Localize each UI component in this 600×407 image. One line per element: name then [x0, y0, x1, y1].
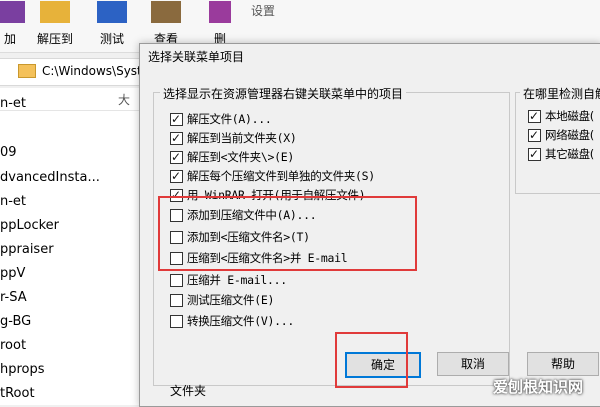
association-dialog: 选择关联菜单项目 选择显示在资源管理器右键关联菜单中的项目 解压文件(A)...…	[139, 43, 600, 407]
delete-icon	[209, 1, 231, 23]
checkbox[interactable]	[170, 186, 183, 204]
checkbox[interactable]	[170, 231, 183, 244]
list-item[interactable]: g-BG	[0, 314, 31, 329]
address-path: C:\Windows\Syste	[42, 64, 150, 78]
list-item[interactable]: root	[0, 338, 26, 353]
list-item[interactable]: dvancedInsta...	[0, 170, 100, 185]
list-item[interactable]: tRoot	[0, 386, 35, 401]
size-column-header: 大	[118, 93, 131, 107]
file-list: 大 n-et 09 dvancedInsta... n-et ppLocker …	[0, 88, 140, 405]
help-button[interactable]: 帮助	[527, 352, 599, 376]
checkbox[interactable]	[170, 209, 183, 222]
extract-to-button[interactable]: 解压到	[27, 0, 83, 52]
checkbox[interactable]	[170, 129, 183, 147]
checkbox[interactable]	[170, 167, 183, 185]
list-item[interactable]: ppraiser	[0, 242, 54, 257]
list-item[interactable]: n-et	[0, 194, 26, 209]
list-item[interactable]: hprops	[0, 362, 45, 377]
checkbox[interactable]	[528, 107, 541, 125]
list-item[interactable]: n-et	[0, 96, 26, 111]
list-item[interactable]: ppV	[0, 266, 25, 281]
checkbox[interactable]	[170, 252, 183, 265]
context-menu-group-label: 选择显示在资源管理器右键关联菜单中的项目	[160, 85, 407, 102]
add-icon	[0, 1, 25, 23]
checkbox[interactable]	[170, 274, 183, 287]
folder-icon	[18, 64, 36, 78]
list-item[interactable]: ppLocker	[0, 218, 59, 233]
view-icon	[151, 1, 181, 23]
type-column-cell: 文件夹	[170, 384, 207, 398]
watermark: 爱刨根知识网	[493, 378, 584, 396]
detect-sfx-group-label: 在哪里检测自解	[520, 85, 600, 102]
dialog-title: 选择关联菜单项目	[148, 50, 245, 64]
ok-button[interactable]: 确定	[345, 352, 421, 378]
checkbox[interactable]	[170, 110, 183, 128]
list-item[interactable]: r-SA	[0, 290, 27, 305]
test-button[interactable]: 测试	[84, 0, 140, 52]
checkbox[interactable]	[528, 126, 541, 144]
checkbox[interactable]	[170, 148, 183, 166]
checkbox[interactable]	[170, 315, 183, 328]
test-icon	[97, 1, 127, 23]
cancel-button[interactable]: 取消	[437, 352, 509, 376]
checkbox[interactable]	[528, 145, 541, 163]
list-item[interactable]: 09	[0, 145, 17, 160]
checkbox[interactable]	[170, 294, 183, 307]
settings-label: 设置	[251, 4, 276, 18]
extract-icon	[40, 1, 70, 23]
